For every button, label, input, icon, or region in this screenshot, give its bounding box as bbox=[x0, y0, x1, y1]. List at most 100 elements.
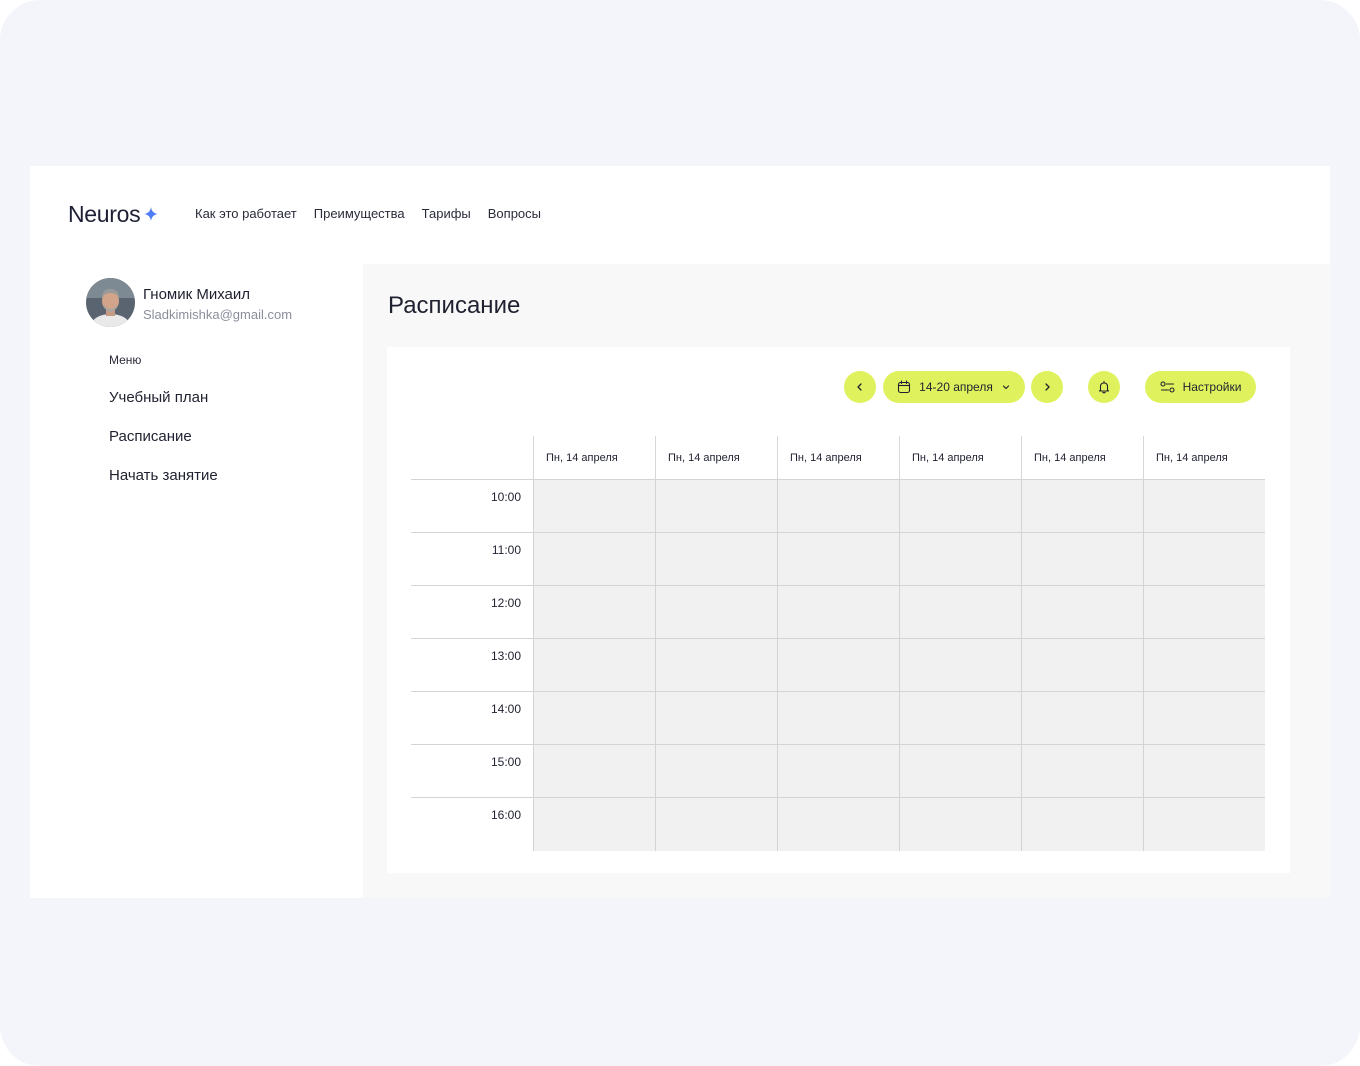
page-background: Neuros Как это работает Преимущества Тар… bbox=[0, 0, 1360, 1066]
nav-advantages[interactable]: Преимущества bbox=[314, 206, 405, 221]
sidebar: Гномик Михаил Sladkimishka@gmail.com Мен… bbox=[30, 264, 363, 898]
time-label: 10:00 bbox=[490, 490, 521, 504]
schedule-cell[interactable] bbox=[1021, 639, 1143, 692]
schedule-cell[interactable] bbox=[1021, 798, 1143, 851]
page-title: Расписание bbox=[388, 292, 521, 319]
schedule-cell[interactable] bbox=[899, 586, 1021, 639]
schedule-cell[interactable] bbox=[777, 639, 899, 692]
schedule-cell[interactable] bbox=[1143, 798, 1265, 851]
day-header-label: Пн, 14 апреля bbox=[790, 452, 862, 464]
chevron-left-icon bbox=[857, 383, 862, 391]
schedule-cell[interactable] bbox=[655, 745, 777, 798]
time-label: 11:00 bbox=[491, 543, 521, 557]
time-row: 10:00 bbox=[411, 480, 1265, 533]
schedule-grid: Пн, 14 апреля Пн, 14 апреля Пн, 14 апрел… bbox=[411, 436, 1265, 851]
schedule-cell[interactable] bbox=[1143, 692, 1265, 745]
schedule-cell[interactable] bbox=[533, 480, 655, 533]
sparkle-icon bbox=[144, 207, 159, 221]
schedule-cell[interactable] bbox=[655, 480, 777, 533]
nav-pricing[interactable]: Тарифы bbox=[422, 206, 471, 221]
schedule-cell[interactable] bbox=[655, 798, 777, 851]
schedule-cell[interactable] bbox=[1021, 745, 1143, 798]
day-header-label: Пн, 14 апреля bbox=[668, 452, 740, 464]
top-bar: Neuros Как это работает Преимущества Тар… bbox=[30, 166, 1330, 264]
settings-sliders-icon bbox=[1160, 381, 1175, 393]
schedule-cell[interactable] bbox=[899, 480, 1021, 533]
schedule-cell[interactable] bbox=[899, 533, 1021, 586]
week-picker-button[interactable]: 14-20 апреля bbox=[883, 371, 1025, 403]
time-row: 14:00 bbox=[411, 692, 1265, 745]
schedule-cell[interactable] bbox=[777, 692, 899, 745]
logo[interactable]: Neuros bbox=[68, 199, 159, 229]
schedule-cell[interactable] bbox=[1143, 745, 1265, 798]
sidebar-item-start-lesson[interactable]: Начать занятие bbox=[109, 467, 218, 484]
user-email: Sladkimishka@gmail.com bbox=[143, 307, 293, 322]
schedule-cell[interactable] bbox=[1143, 533, 1265, 586]
schedule-cell[interactable] bbox=[533, 745, 655, 798]
menu-title: Меню bbox=[109, 353, 142, 367]
schedule-cell[interactable] bbox=[533, 586, 655, 639]
day-header: Пн, 14 апреля bbox=[533, 436, 655, 480]
schedule-card: 14-20 апреля Настройки Пн, 14 апреля Пн,… bbox=[387, 347, 1290, 873]
time-row: 16:00 bbox=[411, 798, 1265, 851]
sidebar-item-schedule[interactable]: Расписание bbox=[109, 428, 192, 445]
schedule-cell[interactable] bbox=[533, 533, 655, 586]
schedule-cell[interactable] bbox=[1143, 480, 1265, 533]
day-header-label: Пн, 14 апреля bbox=[546, 452, 618, 464]
time-row: 11:00 bbox=[411, 533, 1265, 586]
schedule-cell[interactable] bbox=[655, 639, 777, 692]
day-header-label: Пн, 14 апреля bbox=[912, 452, 984, 464]
schedule-cell[interactable] bbox=[777, 798, 899, 851]
settings-label: Настройки bbox=[1182, 380, 1242, 394]
user-name: Гномик Михаил bbox=[143, 286, 251, 303]
day-header: Пн, 14 апреля bbox=[1021, 436, 1143, 480]
nav-faq[interactable]: Вопросы bbox=[488, 206, 541, 221]
day-header: Пн, 14 апреля bbox=[899, 436, 1021, 480]
schedule-cell[interactable] bbox=[899, 745, 1021, 798]
schedule-cell[interactable] bbox=[1021, 533, 1143, 586]
time-label: 15:00 bbox=[490, 755, 521, 769]
schedule-cell[interactable] bbox=[1143, 586, 1265, 639]
main-content: Расписание 14-20 апреля Настройки Пн, 14… bbox=[363, 264, 1330, 898]
schedule-cell[interactable] bbox=[533, 798, 655, 851]
bell-icon bbox=[1098, 380, 1110, 394]
time-row: 12:00 bbox=[411, 586, 1265, 639]
day-header-label: Пн, 14 апреля bbox=[1156, 452, 1228, 464]
schedule-cell[interactable] bbox=[533, 639, 655, 692]
day-header: Пн, 14 апреля bbox=[1143, 436, 1265, 480]
time-label: 14:00 bbox=[490, 702, 521, 716]
schedule-cell[interactable] bbox=[777, 480, 899, 533]
schedule-cell[interactable] bbox=[777, 745, 899, 798]
avatar[interactable] bbox=[86, 278, 135, 327]
time-label: 12:00 bbox=[490, 596, 521, 610]
schedule-cell[interactable] bbox=[899, 692, 1021, 745]
nav-how-it-works[interactable]: Как это работает bbox=[195, 206, 297, 221]
prev-week-button[interactable] bbox=[844, 371, 876, 403]
schedule-cell[interactable] bbox=[1021, 480, 1143, 533]
schedule-cell[interactable] bbox=[899, 639, 1021, 692]
schedule-cell[interactable] bbox=[655, 692, 777, 745]
chevron-right-icon bbox=[1045, 383, 1050, 391]
sidebar-item-study-plan[interactable]: Учебный план bbox=[109, 389, 208, 406]
notifications-button[interactable] bbox=[1088, 371, 1120, 403]
settings-button[interactable]: Настройки bbox=[1145, 371, 1256, 403]
schedule-cell[interactable] bbox=[655, 586, 777, 639]
week-label: 14-20 апреля bbox=[919, 380, 993, 394]
schedule-cell[interactable] bbox=[655, 533, 777, 586]
time-label: 13:00 bbox=[490, 649, 521, 663]
calendar-icon bbox=[898, 380, 911, 394]
day-header: Пн, 14 апреля bbox=[655, 436, 777, 480]
schedule-cell[interactable] bbox=[777, 586, 899, 639]
next-week-button[interactable] bbox=[1031, 371, 1063, 403]
main-nav: Как это работает Преимущества Тарифы Воп… bbox=[195, 206, 541, 221]
schedule-cell[interactable] bbox=[1021, 586, 1143, 639]
time-label: 16:00 bbox=[490, 808, 521, 822]
day-header-label: Пн, 14 апреля bbox=[1034, 452, 1106, 464]
schedule-cell[interactable] bbox=[1021, 692, 1143, 745]
schedule-cell[interactable] bbox=[1143, 639, 1265, 692]
schedule-cell[interactable] bbox=[533, 692, 655, 745]
day-header: Пн, 14 апреля bbox=[777, 436, 899, 480]
schedule-cell[interactable] bbox=[899, 798, 1021, 851]
schedule-cell[interactable] bbox=[777, 533, 899, 586]
time-row: 15:00 bbox=[411, 745, 1265, 798]
